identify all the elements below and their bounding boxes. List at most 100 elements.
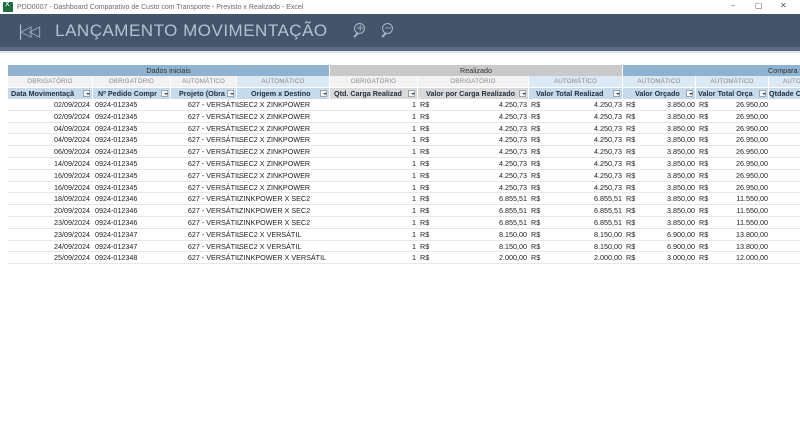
- cell-currency[interactable]: R$: [699, 229, 713, 241]
- cell-valor-total[interactable]: 6.855,51: [545, 205, 622, 217]
- cell-currency[interactable]: R$: [626, 241, 640, 253]
- filter-dropdown-icon[interactable]: [686, 90, 693, 97]
- cell-pedido[interactable]: 0924-012347: [95, 241, 173, 253]
- cell-valor-carga[interactable]: 4.250,73: [434, 146, 527, 158]
- cell-pedido[interactable]: 0924-012346: [95, 205, 173, 217]
- cell-origem[interactable]: SEC2 X ZINKPOWER: [239, 170, 331, 182]
- cell-valor-carga[interactable]: 8.150,00: [434, 229, 527, 241]
- cell-valor-total[interactable]: 8.150,00: [545, 241, 622, 253]
- cell-currency[interactable]: R$: [699, 123, 713, 135]
- cell-qtd[interactable]: 1: [338, 205, 416, 217]
- cell-origem[interactable]: ZINKPOWER X VERSÁTIL: [239, 252, 331, 264]
- cell-data[interactable]: 02/09/2024: [8, 111, 90, 123]
- cell-valor-carga[interactable]: 4.250,73: [434, 170, 527, 182]
- cell-data[interactable]: 25/09/2024: [8, 252, 90, 264]
- cell-data[interactable]: 20/09/2024: [8, 205, 90, 217]
- cell-origem[interactable]: SEC2 X ZINKPOWER: [239, 182, 331, 194]
- cell-origem[interactable]: SEC2 X ZINKPOWER: [239, 123, 331, 135]
- cell-valor-total[interactable]: 4.250,73: [545, 170, 622, 182]
- cell-valor-carga[interactable]: 2.000,00: [434, 252, 527, 264]
- zoom-in-icon[interactable]: +: [350, 21, 370, 41]
- filter-dropdown-icon[interactable]: [83, 90, 90, 97]
- cell-currency[interactable]: R$: [626, 170, 640, 182]
- table-row[interactable]: 23/09/2024 0924-012346 627 - VERSÁTIL ZINKP…: [8, 217, 800, 229]
- cell-valor-total[interactable]: 4.250,73: [545, 111, 622, 123]
- cell-currency[interactable]: R$: [420, 146, 434, 158]
- cell-valor-total[interactable]: 4.250,73: [545, 134, 622, 146]
- filter-dropdown-icon[interactable]: [227, 90, 234, 97]
- cell-valor-carga[interactable]: 4.250,73: [434, 111, 527, 123]
- cell-valor-carga[interactable]: 4.250,73: [434, 123, 527, 135]
- cell-projeto[interactable]: 627 - VERSÁTIL: [171, 99, 241, 111]
- cell-currency[interactable]: R$: [626, 182, 640, 194]
- cell-projeto[interactable]: 627 - VERSÁTIL: [171, 193, 241, 205]
- cell-origem[interactable]: ZINKPOWER X SEC2: [239, 217, 331, 229]
- table-row[interactable]: 04/09/2024 0924-012345 627 - VERSÁTIL SEC2 …: [8, 123, 800, 135]
- cell-currency[interactable]: R$: [626, 111, 640, 123]
- cell-origem[interactable]: ZINKPOWER X SEC2: [239, 205, 331, 217]
- cell-pedido[interactable]: 0924-012345: [95, 170, 173, 182]
- cell-valor-orcado[interactable]: 3.850,00: [640, 170, 695, 182]
- cell-valor-total-orcado[interactable]: 26.950,00: [713, 123, 768, 135]
- cell-valor-carga[interactable]: 4.250,73: [434, 134, 527, 146]
- cell-currency[interactable]: R$: [699, 170, 713, 182]
- cell-pedido[interactable]: 0924-012348: [95, 252, 173, 264]
- cell-pedido[interactable]: 0924-012347: [95, 229, 173, 241]
- cell-currency[interactable]: R$: [420, 170, 434, 182]
- cell-currency[interactable]: R$: [531, 99, 545, 111]
- cell-valor-carga[interactable]: 4.250,73: [434, 182, 527, 194]
- cell-currency[interactable]: R$: [531, 229, 545, 241]
- cell-currency[interactable]: R$: [626, 99, 640, 111]
- cell-data[interactable]: 14/09/2024: [8, 158, 90, 170]
- cell-valor-total-orcado[interactable]: 13.800,00: [713, 229, 768, 241]
- cell-valor-orcado[interactable]: 3.850,00: [640, 182, 695, 194]
- cell-currency[interactable]: R$: [626, 217, 640, 229]
- cell-qtd[interactable]: 1: [338, 158, 416, 170]
- table-row[interactable]: 06/09/2024 0924-012345 627 - VERSÁTIL SEC2 …: [8, 146, 800, 158]
- cell-valor-total-orcado[interactable]: 11.550,00: [713, 217, 768, 229]
- cell-currency[interactable]: R$: [531, 217, 545, 229]
- cell-data[interactable]: 23/09/2024: [8, 229, 90, 241]
- cell-projeto[interactable]: 627 - VERSÁTIL: [171, 217, 241, 229]
- cell-currency[interactable]: R$: [531, 158, 545, 170]
- cell-projeto[interactable]: 627 - VERSÁTIL: [171, 123, 241, 135]
- cell-valor-orcado[interactable]: 3.850,00: [640, 111, 695, 123]
- cell-currency[interactable]: R$: [699, 205, 713, 217]
- cell-currency[interactable]: R$: [626, 158, 640, 170]
- cell-currency[interactable]: R$: [699, 182, 713, 194]
- cell-currency[interactable]: R$: [531, 134, 545, 146]
- cell-valor-orcado[interactable]: 3.850,00: [640, 146, 695, 158]
- cell-valor-total-orcado[interactable]: 26.950,00: [713, 134, 768, 146]
- cell-currency[interactable]: R$: [420, 123, 434, 135]
- cell-valor-total-orcado[interactable]: 26.950,00: [713, 111, 768, 123]
- cell-currency[interactable]: R$: [626, 205, 640, 217]
- col-header-valor-total[interactable]: Valor Total Realizad: [529, 88, 622, 99]
- cell-currency[interactable]: R$: [531, 193, 545, 205]
- cell-pedido[interactable]: 0924-012345: [95, 158, 173, 170]
- cell-pedido[interactable]: 0924-012345: [95, 134, 173, 146]
- filter-dropdown-icon[interactable]: [161, 90, 168, 97]
- cell-qtd[interactable]: 1: [338, 252, 416, 264]
- cell-valor-orcado[interactable]: 3.850,00: [640, 193, 695, 205]
- cell-valor-total-orcado[interactable]: 26.950,00: [713, 99, 768, 111]
- col-header-pedido[interactable]: Nº Pedido Compr: [93, 88, 170, 99]
- cell-currency[interactable]: R$: [531, 170, 545, 182]
- cell-currency[interactable]: R$: [699, 111, 713, 123]
- cell-currency[interactable]: R$: [420, 182, 434, 194]
- cell-pedido[interactable]: 0924-012345: [95, 99, 173, 111]
- cell-currency[interactable]: R$: [626, 123, 640, 135]
- table-row[interactable]: 14/09/2024 0924-012345 627 - VERSÁTIL SEC2 …: [8, 158, 800, 170]
- cell-currency[interactable]: R$: [699, 134, 713, 146]
- cell-valor-orcado[interactable]: 3.850,00: [640, 134, 695, 146]
- cell-pedido[interactable]: 0924-012345: [95, 146, 173, 158]
- cell-currency[interactable]: R$: [626, 134, 640, 146]
- cell-projeto[interactable]: 627 - VERSÁTIL: [171, 158, 241, 170]
- cell-data[interactable]: 16/09/2024: [8, 182, 90, 194]
- cell-valor-orcado[interactable]: 6.900,00: [640, 241, 695, 253]
- cell-valor-total-orcado[interactable]: 26.950,00: [713, 170, 768, 182]
- cell-valor-carga[interactable]: 6.855,51: [434, 193, 527, 205]
- cell-pedido[interactable]: 0924-012346: [95, 193, 173, 205]
- cell-currency[interactable]: R$: [420, 217, 434, 229]
- cell-valor-total-orcado[interactable]: 26.950,00: [713, 146, 768, 158]
- cell-qtd[interactable]: 1: [338, 170, 416, 182]
